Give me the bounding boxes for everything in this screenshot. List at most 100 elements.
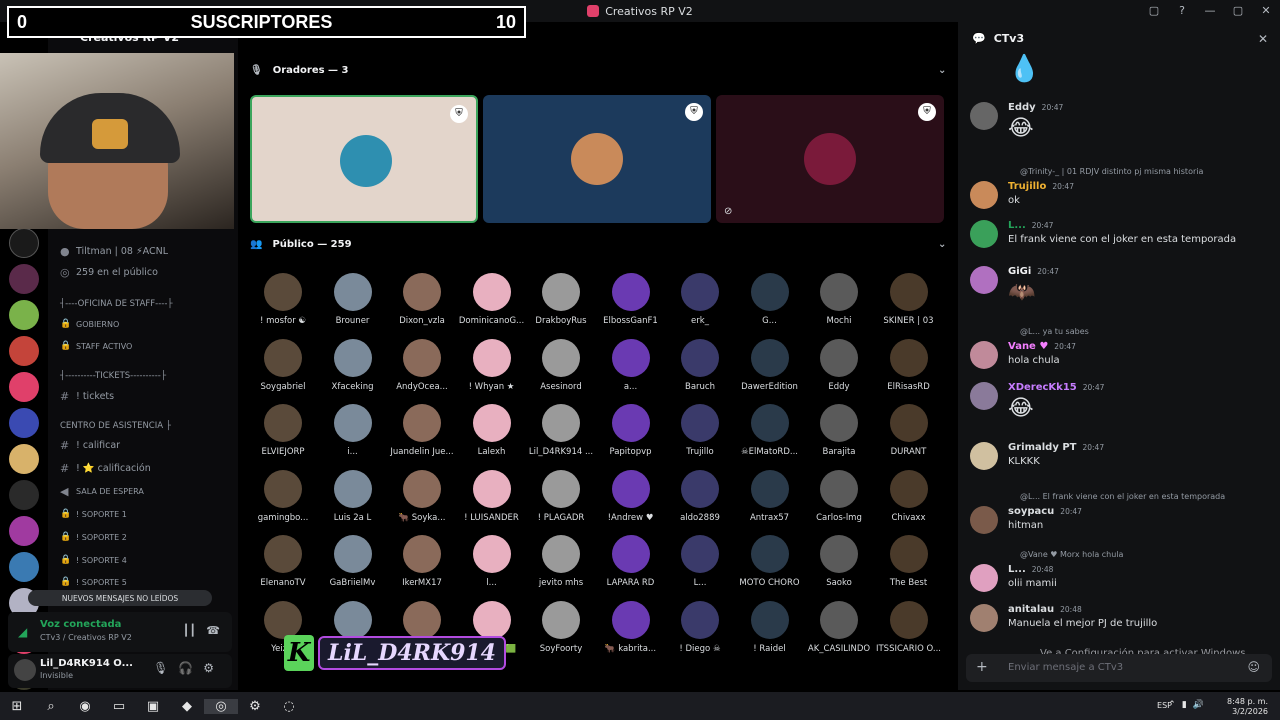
audience-member[interactable]: ElenanoTV <box>248 535 318 588</box>
audience-member[interactable]: ☠ElMatoRD... <box>735 404 805 457</box>
new-messages-pill[interactable]: NUEVOS MENSAJES NO LEÍDOS <box>28 590 212 606</box>
audience-member[interactable]: aldo2889 <box>665 469 735 523</box>
audience-member[interactable]: DURANT <box>874 404 944 457</box>
avatar[interactable] <box>970 181 998 209</box>
channel-sala-espera[interactable]: ◀ SALA DE ESPERA <box>48 481 238 501</box>
message-author[interactable]: Grimaldy PT 20:47 <box>1008 442 1104 453</box>
steam-icon[interactable]: ⚙ <box>238 699 272 714</box>
discord-icon[interactable]: ◎ <box>204 698 238 714</box>
category-tickets[interactable]: ┤----------TICKETS----------├ <box>48 366 238 386</box>
audience-member[interactable]: jevito mhs <box>526 535 596 588</box>
message-author[interactable]: soypacu 20:47 <box>1008 506 1082 517</box>
message-author[interactable]: XDerecKk15 20:47 <box>1008 382 1104 393</box>
audience-header[interactable]: 👥 Público — 259 ⌄ <box>250 234 946 254</box>
audience-member[interactable]: Baruch <box>665 338 735 392</box>
audience-member[interactable]: IkerMX17 <box>387 535 457 588</box>
channel-soporte-4[interactable]: 🔒! SOPORTE 4 <box>48 550 238 570</box>
channel-tickets[interactable]: #! tickets <box>48 386 238 406</box>
maximize-button[interactable]: ▢ <box>1224 0 1252 22</box>
avatar[interactable] <box>970 341 998 369</box>
channel-soporte-2[interactable]: 🔒! SOPORTE 2 <box>48 527 238 547</box>
channel-staff-activo[interactable]: 🔒 STAFF ACTIVO <box>48 336 238 356</box>
avatar[interactable] <box>970 220 998 248</box>
emoji-icon[interactable]: ☺ <box>1247 660 1260 674</box>
message-author[interactable]: Trujillo 20:47 <box>1008 181 1074 192</box>
reply-preview[interactable]: @L... El frank viene con el joker en est… <box>1020 492 1225 501</box>
audience-member[interactable]: l... <box>457 535 527 588</box>
audience-member[interactable]: 🐂 Soyka... <box>387 469 457 523</box>
server-icon[interactable] <box>9 408 39 438</box>
speaker-tile[interactable]: ⛨ <box>483 95 711 223</box>
audience-member[interactable]: Soygabriel <box>248 338 318 392</box>
server-icon[interactable] <box>9 336 39 366</box>
server-icon[interactable] <box>9 228 39 258</box>
audience-member[interactable]: MOTO CHORO <box>735 535 805 588</box>
audience-member[interactable]: i... <box>318 404 388 457</box>
disconnect-icon[interactable]: ☎ <box>206 624 220 637</box>
message-author[interactable]: L... 20:48 <box>1008 564 1053 575</box>
avatar[interactable] <box>14 659 36 681</box>
audience-member[interactable]: Eddy <box>804 338 874 392</box>
audience-member[interactable]: L... <box>665 535 735 588</box>
soundboard-icon[interactable]: ┃┃ <box>183 624 196 637</box>
audience-member[interactable]: AndyOcea... <box>387 338 457 392</box>
message-author[interactable]: Vane ♥ 20:47 <box>1008 341 1076 352</box>
audience-member[interactable]: Carlos-lmg <box>804 469 874 523</box>
help-icon[interactable]: ? <box>1168 0 1196 22</box>
inbox-icon[interactable]: ▢ <box>1140 0 1168 22</box>
message-author[interactable]: L... 20:47 <box>1008 220 1053 231</box>
audience-member[interactable]: ! Whyan ★ <box>457 338 527 392</box>
reply-preview[interactable]: @Vane ♥ Morx hola chula <box>1020 550 1123 559</box>
message-author[interactable]: Eddy 20:47 <box>1008 102 1063 113</box>
audience-member[interactable]: ElRisasRD <box>874 338 944 392</box>
avatar[interactable] <box>970 266 998 294</box>
audience-member[interactable]: 🐂 kabrita... <box>596 600 666 654</box>
audience-member[interactable]: Saoko <box>804 535 874 588</box>
chevron-down-icon[interactable]: ⌄ <box>938 239 946 250</box>
app-icon[interactable]: ◆ <box>170 699 204 714</box>
audience-member[interactable]: Luis 2a L <box>318 469 388 523</box>
message-input[interactable]: + Enviar mensaje a CTv3 ☺ <box>966 654 1272 682</box>
audience-member[interactable]: Asesinord <box>526 338 596 392</box>
channel-soporte-5[interactable]: 🔒! SOPORTE 5 <box>48 572 238 592</box>
audience-member[interactable]: Mochi <box>804 273 874 326</box>
edge-icon[interactable]: ◉ <box>68 699 102 714</box>
audience-member[interactable]: Antrax57 <box>735 469 805 523</box>
audience-member[interactable]: ! Raidel <box>735 600 805 654</box>
audience-member[interactable]: Dixon_vzla <box>387 273 457 326</box>
close-icon[interactable]: ✕ <box>1258 32 1268 46</box>
server-icon[interactable] <box>9 264 39 294</box>
audience-member[interactable]: The Best <box>874 535 944 588</box>
audience-member[interactable]: ! PLAGADR <box>526 469 596 523</box>
channel-soporte-1[interactable]: 🔒! SOPORTE 1 <box>48 504 238 524</box>
audience-member[interactable]: gamingbo... <box>248 469 318 523</box>
server-icon[interactable] <box>9 444 39 474</box>
speaker-tile[interactable]: ⛨ ⊘ <box>716 95 944 223</box>
audience-member[interactable]: DominicanoG... <box>457 273 527 326</box>
obs-icon[interactable]: ◌ <box>272 699 306 714</box>
plus-icon[interactable]: + <box>976 659 988 675</box>
audience-member[interactable]: ElbossGanF1 <box>596 273 666 326</box>
audience-member[interactable]: Lil_D4RK914 ... <box>526 404 596 457</box>
audience-member[interactable]: !Andrew ♥ <box>596 469 666 523</box>
chevron-down-icon[interactable]: ⌄ <box>938 65 946 76</box>
audience-member[interactable]: ! Diego ☠ <box>665 600 735 654</box>
audience-member[interactable]: Barajita <box>804 404 874 457</box>
audience-member[interactable]: LAPARA RD <box>596 535 666 588</box>
audience-member[interactable]: Trujillo <box>665 404 735 457</box>
speakers-header[interactable]: 🎙 Oradores — 3 ⌄ <box>250 60 946 80</box>
avatar[interactable] <box>970 382 998 410</box>
tray-icons[interactable]: ⌃▮🔊 <box>1168 700 1210 710</box>
message-author[interactable]: anitalau 20:48 <box>1008 604 1082 615</box>
avatar[interactable] <box>970 604 998 632</box>
voice-channel[interactable]: CTv3 / Creativos RP V2 <box>40 633 132 642</box>
message-author[interactable]: GiGi 20:47 <box>1008 266 1059 277</box>
reply-preview[interactable]: @Trinity-_ | 01 RDJV distinto pj misma h… <box>1020 167 1203 176</box>
category-staff[interactable]: ┤----OFICINA DE STAFF----├ <box>48 294 238 314</box>
server-icon[interactable] <box>9 300 39 330</box>
audience-member[interactable]: Papitopvp <box>596 404 666 457</box>
avatar[interactable] <box>970 102 998 130</box>
audience-member[interactable]: erk_ <box>665 273 735 326</box>
audience-member[interactable]: Chivaxx <box>874 469 944 523</box>
store-icon[interactable]: ▣ <box>136 699 170 714</box>
